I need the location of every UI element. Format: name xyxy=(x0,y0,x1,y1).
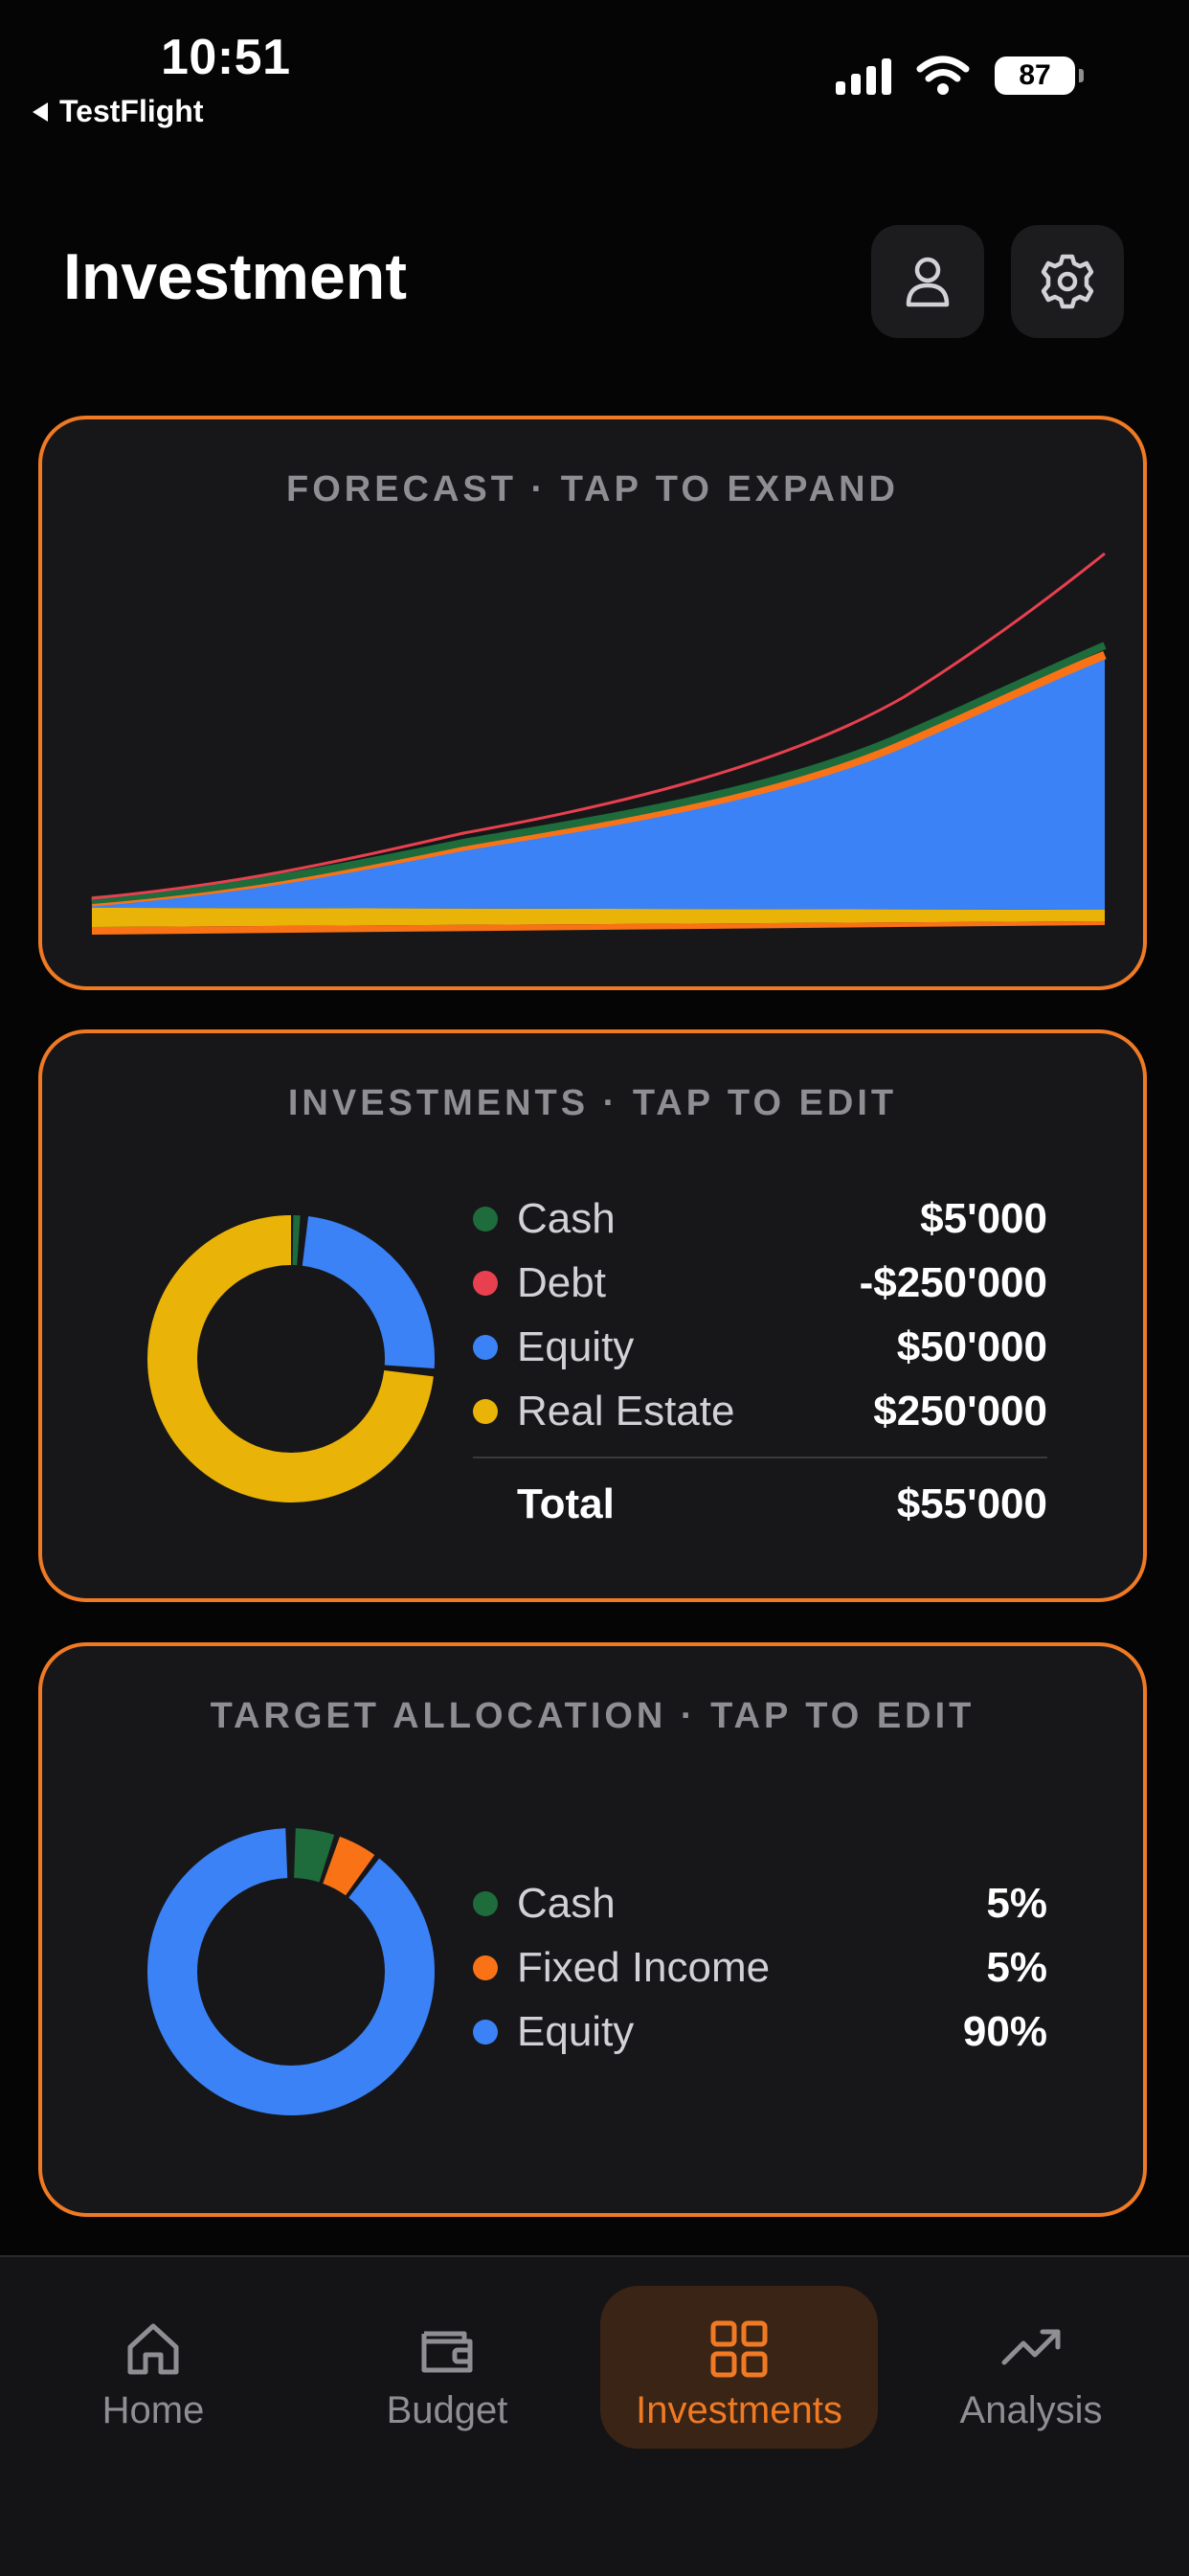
equity-dot xyxy=(473,2019,498,2045)
tab-investments[interactable]: Investments xyxy=(600,2286,878,2449)
target-allocation-card[interactable]: TARGET ALLOCATION · TAP TO EDIT Cash 5% … xyxy=(38,1642,1147,2217)
legend-value: 5% xyxy=(986,1879,1047,1927)
legend-value: -$250'000 xyxy=(859,1258,1047,1306)
investments-card[interactable]: INVESTMENTS · TAP TO EDIT Cash $5'000 De… xyxy=(38,1029,1147,1602)
back-arrow-icon xyxy=(33,102,48,122)
legend-value: $50'000 xyxy=(896,1322,1047,1370)
legend-value: 90% xyxy=(962,2007,1047,2055)
total-row: Total $55'000 xyxy=(473,1476,1047,1533)
forecast-card[interactable]: FORECAST · TAP TO EXPAND xyxy=(38,416,1147,990)
legend-row-cash: Cash $5'000 xyxy=(473,1186,1047,1251)
battery-indicator: 87 xyxy=(995,56,1084,95)
battery-level: 87 xyxy=(1019,59,1051,91)
wifi-icon xyxy=(916,56,970,95)
gear-icon xyxy=(1041,254,1094,309)
legend-divider xyxy=(473,1457,1047,1458)
real-estate-dot xyxy=(473,1398,498,1424)
status-bar: 10:51 TestFlight 87 xyxy=(0,0,1189,144)
tab-label: Home xyxy=(101,2389,205,2431)
total-label: Total xyxy=(517,1480,615,1527)
legend-label: Real Estate xyxy=(517,1387,735,1435)
tab-analysis[interactable]: Analysis xyxy=(892,2286,1170,2449)
legend-row-debt: Debt -$250'000 xyxy=(473,1251,1047,1315)
legend-value: $250'000 xyxy=(873,1387,1047,1435)
legend-label: Cash xyxy=(517,1194,616,1242)
legend-value: 5% xyxy=(986,1943,1047,1991)
legend-label: Fixed Income xyxy=(517,1943,771,1991)
legend-label: Equity xyxy=(517,1322,635,1370)
investments-card-title: INVESTMENTS · TAP TO EDIT xyxy=(287,1083,898,1123)
status-icons: 87 xyxy=(836,56,1084,96)
forecast-equity-area xyxy=(92,659,1105,910)
tab-budget[interactable]: Budget xyxy=(308,2286,586,2449)
page-header: Investment xyxy=(0,220,1189,345)
wallet-icon xyxy=(421,2331,473,2373)
legend-value: $5'000 xyxy=(920,1194,1047,1242)
legend-label: Cash xyxy=(517,1879,616,1927)
legend-row-real-estate: Real Estate $250'000 xyxy=(473,1379,1047,1443)
profile-button[interactable] xyxy=(871,225,984,338)
settings-button[interactable] xyxy=(1011,225,1124,338)
equity-dot xyxy=(473,1334,498,1360)
legend-row-equity: Equity $50'000 xyxy=(473,1315,1047,1379)
back-link-label: TestFlight xyxy=(59,94,204,128)
cash-dot xyxy=(473,1206,498,1232)
page-title: Investment xyxy=(63,240,407,313)
investments-legend: Cash $5'000 Debt -$250'000 Equity $50'00… xyxy=(473,1186,1047,1533)
target-equity-segment xyxy=(147,1828,435,2115)
cellular-signal-icon xyxy=(836,56,891,95)
trend-up-icon xyxy=(1001,2329,1061,2365)
forecast-area-chart xyxy=(91,552,1107,935)
tab-home[interactable]: Home xyxy=(14,2286,292,2449)
debt-dot xyxy=(473,1270,498,1296)
legend-row-fixed-income: Fixed Income 5% xyxy=(473,1935,1047,2000)
grid-icon xyxy=(710,2320,768,2378)
target-allocation-donut-chart xyxy=(147,1828,435,2115)
target-allocation-legend: Cash 5% Fixed Income 5% Equity 90% xyxy=(473,1871,1047,2064)
fixed-income-dot xyxy=(473,1955,498,1980)
legend-label: Equity xyxy=(517,2007,635,2055)
home-icon xyxy=(127,2323,179,2375)
tab-label: Investments xyxy=(636,2389,842,2431)
status-time: 10:51 xyxy=(161,30,291,85)
total-value: $55'000 xyxy=(896,1480,1047,1527)
investments-donut-chart xyxy=(147,1215,435,1503)
tab-label: Budget xyxy=(386,2389,508,2431)
tab-label: Analysis xyxy=(959,2389,1103,2431)
back-to-testflight-link[interactable]: TestFlight xyxy=(33,94,204,129)
legend-label: Debt xyxy=(517,1258,606,1306)
battery-icon: 87 xyxy=(995,56,1075,95)
legend-row-cash: Cash 5% xyxy=(473,1871,1047,1935)
person-icon xyxy=(906,257,950,307)
cash-dot xyxy=(473,1890,498,1916)
legend-row-equity: Equity 90% xyxy=(473,2000,1047,2064)
tab-bar: Home Budget Investments Analysis xyxy=(0,2255,1189,2576)
target-allocation-card-title: TARGET ALLOCATION · TAP TO EDIT xyxy=(210,1696,976,1736)
